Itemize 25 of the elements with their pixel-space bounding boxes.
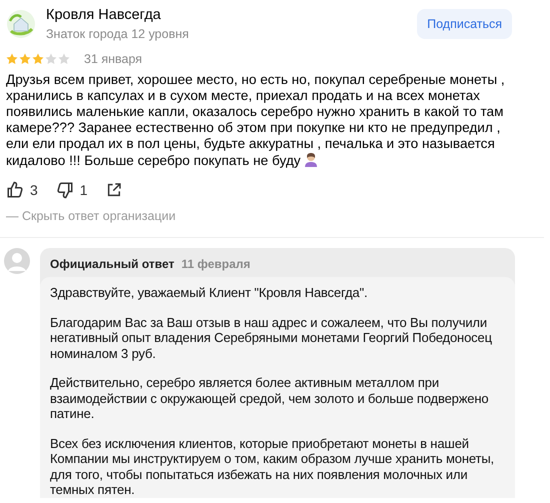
person-icon [304, 152, 318, 167]
dislike-count: 1 [80, 182, 88, 198]
star-icon [6, 53, 18, 65]
response-paragraph: Здравствуйте, уважаемый Клиент "Кровля Навсегда". [50, 285, 368, 300]
response-paragraph: Всех без исключения клиентов, которые приобретают монеты в нашей Компании мы инструктируем о том, каким образом лучше хранить монеты, для того, чтобы попытаться избежать на них появления молочных или темных пятен. [50, 436, 496, 498]
hide-response-link[interactable]: — Скрыть ответ организации [6, 209, 176, 223]
response-title: Официальный ответ [50, 257, 174, 271]
review-text: Друзья всем привет, хорошее место, но есть но, покупал серебреные монеты , хранились в капсулах и в сухом месте, приехал продать и на всех монетах появились маленькие капли, оказалось серебро нужно хранить в какой то там камере??? Заранее естественно об этом при покупке ни кто не предупредил , ели ели продал их в пол цены, будьте аккуратны , печалька и это называется кидалово !!! Больше серебро покупать не буду [6, 72, 506, 169]
share-icon[interactable] [106, 182, 122, 198]
star-icon [58, 53, 70, 65]
response-paragraph: Благодарим Вас за Ваш отзыв в наш адрес и сожалеем, что Вы получили негативный опыт владения Серебряными монетами Георгий Победоносец номиналом 3 руб. [50, 314, 493, 361]
like-count: 3 [30, 182, 38, 198]
response-paragraph: Действительно, серебро является более активным металлом при взаимодействии с окружающей средой, чем золото и больше подвержено патине. [50, 375, 490, 422]
response-date: 11 февраля [181, 257, 250, 271]
star-icon [45, 53, 57, 65]
subscribe-button[interactable]: Подписаться [417, 9, 512, 39]
author-level: Знаток города 12 уровня [46, 26, 190, 42]
thumbs-up-icon[interactable] [6, 181, 24, 199]
author-name[interactable]: Кровля Навсегда [46, 6, 408, 24]
avatar-icon [4, 248, 30, 274]
star-icon [32, 53, 44, 65]
house-logo-icon [6, 9, 36, 39]
review-date: 31 января [84, 52, 142, 66]
star-icon [19, 53, 31, 65]
thumbs-down-icon[interactable] [56, 181, 74, 199]
